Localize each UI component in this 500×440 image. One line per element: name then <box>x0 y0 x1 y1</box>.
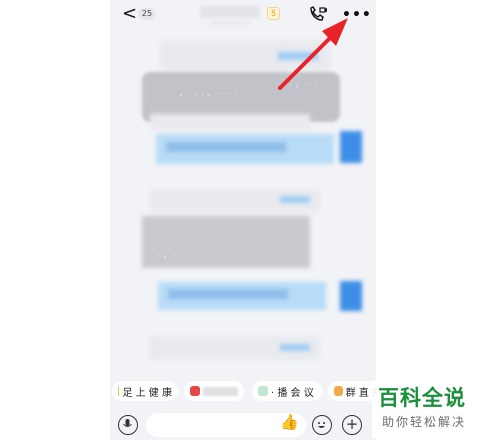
meeting-icon <box>258 386 268 396</box>
blurred-link-thumbnail <box>340 131 362 163</box>
chip-label: 足 上 健 康 <box>122 387 172 399</box>
more-options-button[interactable]: ••• <box>342 8 372 22</box>
blurred-label <box>202 386 238 396</box>
watermark-subtitle: 助你轻松解决 <box>382 415 467 429</box>
level-badge: 5 <box>267 7 280 20</box>
blurred-message <box>150 114 310 130</box>
smiley-glyph-icon <box>318 422 325 428</box>
message-bubble <box>142 216 310 268</box>
add-button[interactable]: + <box>342 415 362 435</box>
quick-action-chip[interactable] <box>184 381 244 401</box>
bubble-text: · 。 · · · <box>158 253 189 260</box>
chat-title-blurred <box>200 6 260 18</box>
unread-count-badge: 25 <box>138 8 156 20</box>
chat-screen: < 25 5 ••• · 。 · ; ; 。 · · · · · · 。 ·· … <box>110 0 376 440</box>
phone-video-call-icon[interactable] <box>308 5 328 23</box>
message-input-bar: 👍 + <box>110 405 376 440</box>
chip-label: · 播 会 议 <box>271 387 314 399</box>
emoji-icon[interactable] <box>312 415 332 435</box>
chat-subtitle-blurred <box>210 18 250 26</box>
blurred-link <box>280 196 310 203</box>
live-stream-icon <box>334 386 343 396</box>
thumbs-up-icon[interactable]: 👍 <box>280 413 299 431</box>
blurred-link <box>280 344 310 351</box>
watermark-title: 百科全说 <box>378 386 466 410</box>
back-button[interactable]: < <box>122 4 137 24</box>
calendar-icon <box>190 386 200 396</box>
blurred-link <box>278 52 318 60</box>
bubble-text: · 。 · ; ; 。 · · · · · <box>174 91 244 98</box>
screenshot-frame: < 25 5 ••• · 。 · ; ; 。 · · · · · · 。 ·· … <box>0 0 500 440</box>
blurred-link-thumbnail <box>340 281 362 311</box>
microphone-glyph-icon <box>123 419 132 427</box>
chat-header: < 25 5 ••• <box>110 0 376 30</box>
quick-action-chip[interactable]: · 播 会 议 <box>252 381 322 401</box>
bubble-text: · 。 ·· · <box>290 82 318 89</box>
microphone-icon[interactable] <box>118 415 138 435</box>
quick-action-chip[interactable]: 足 上 健 康 <box>112 381 178 401</box>
quick-action-chip[interactable]: 群 直 播 <box>328 381 376 401</box>
quick-actions-toolbar: 足 上 健 康 · 播 会 议 群 直 播 <box>110 378 376 404</box>
watermark: 百科全说 助你轻松解决 <box>372 380 494 438</box>
blurred-link-text <box>166 142 286 152</box>
blurred-link-text <box>168 289 288 299</box>
smile-icon <box>118 386 120 396</box>
